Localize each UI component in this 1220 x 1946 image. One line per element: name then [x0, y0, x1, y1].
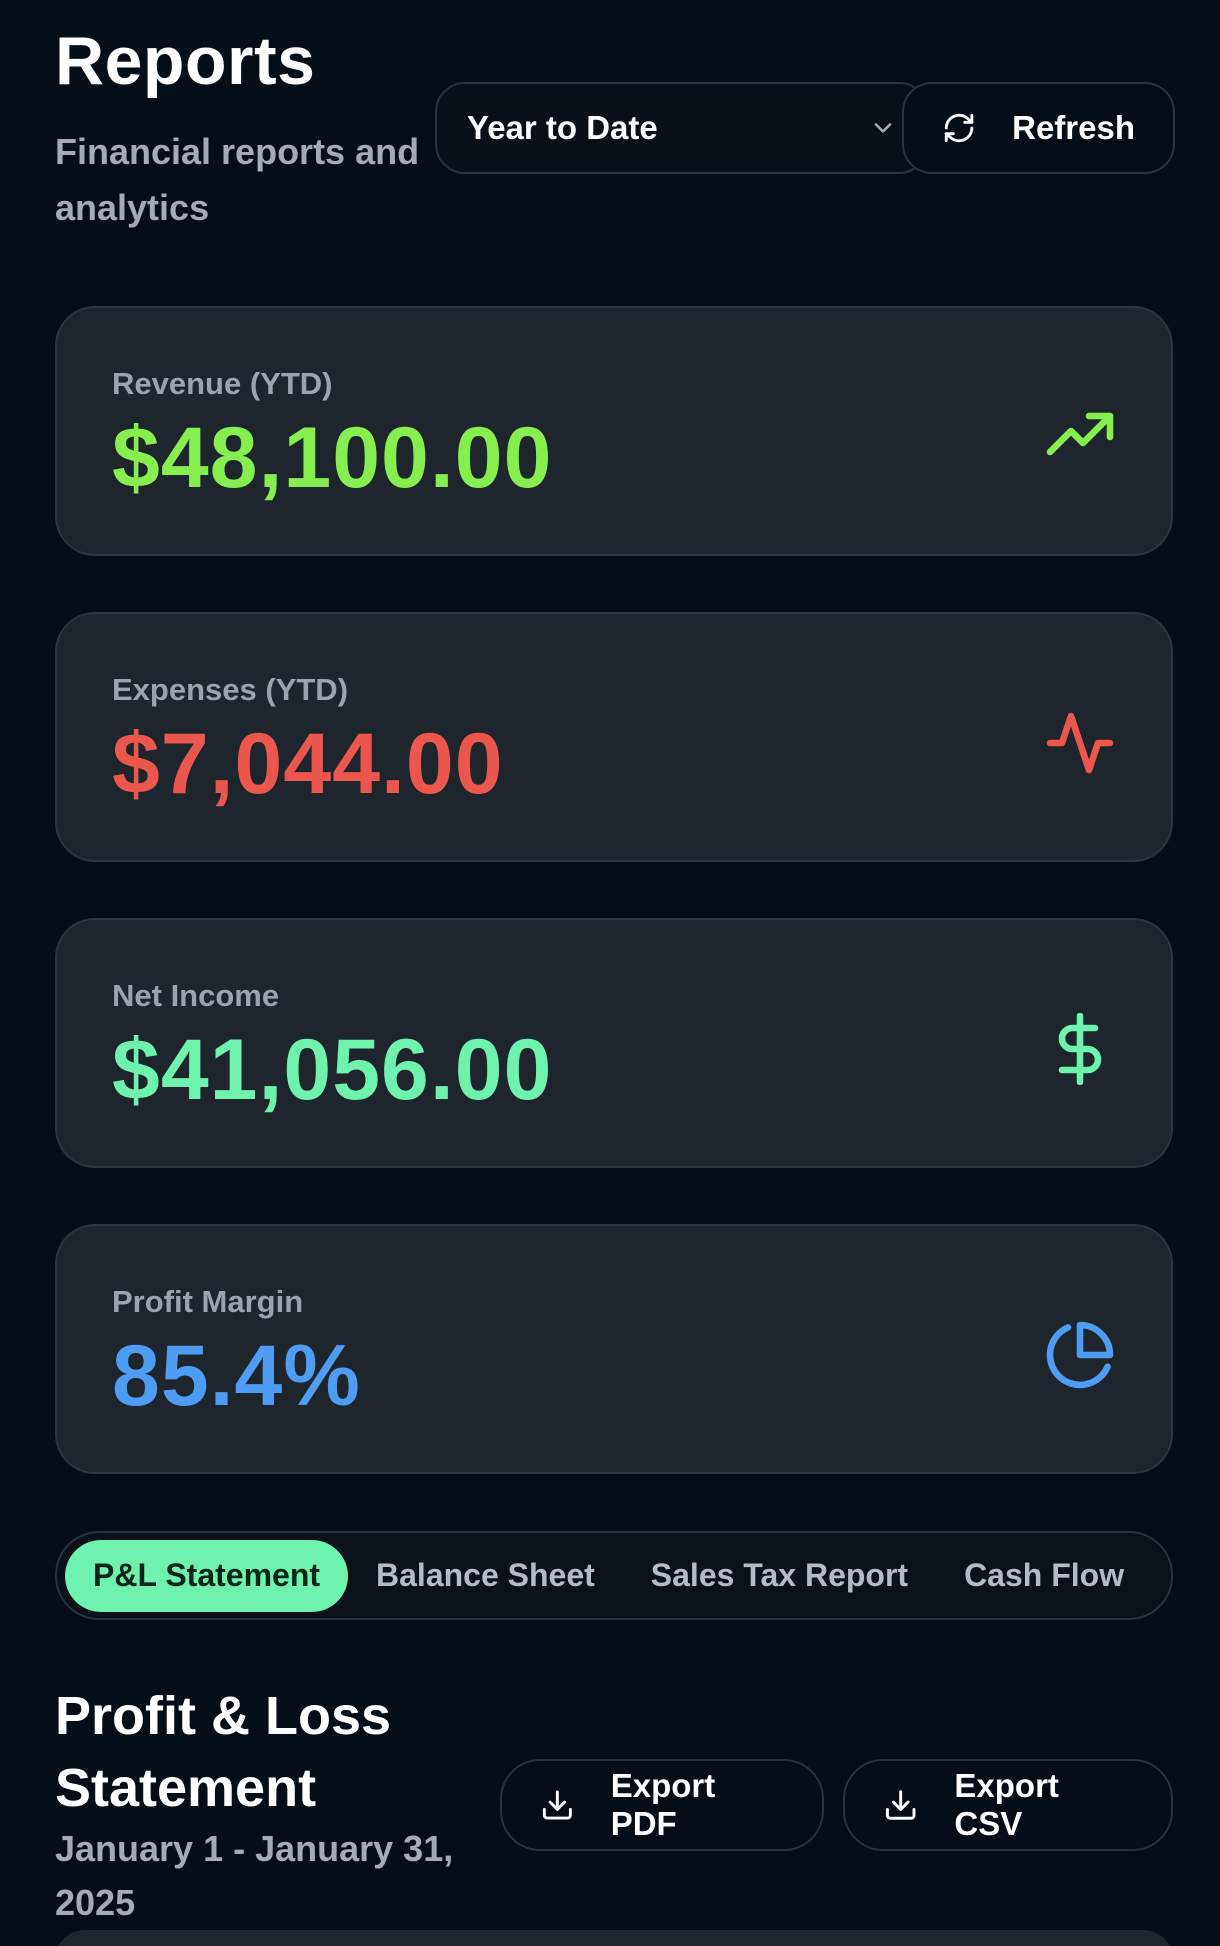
export-csv-label: Export CSV — [954, 1767, 1059, 1842]
tab-cash-flow[interactable]: Cash Flow — [936, 1540, 1152, 1612]
page-header: Reports Financial reports and analytics … — [55, 0, 1175, 300]
pie-chart-icon — [1046, 1321, 1114, 1389]
section-title: Profit & Loss Statement — [55, 1686, 392, 1818]
trending-up-icon — [1046, 412, 1114, 456]
tab-sales-tax-report[interactable]: Sales Tax Report — [623, 1540, 936, 1612]
stat-card-net-income: Net Income $41,056.00 — [55, 918, 1173, 1168]
page-title: Reports — [55, 23, 316, 99]
date-range-value: Year to Date — [467, 109, 658, 146]
activity-icon — [1046, 712, 1114, 774]
stat-value: $7,044.00 — [112, 716, 504, 812]
refresh-icon — [944, 113, 974, 143]
export-csv-button[interactable]: Export CSV — [843, 1759, 1173, 1851]
refresh-label: Refresh — [1012, 109, 1135, 146]
refresh-button[interactable]: Refresh — [902, 82, 1175, 174]
stat-label: Expenses (YTD) — [112, 672, 349, 707]
stat-card-revenue: Revenue (YTD) $48,100.00 — [55, 306, 1173, 556]
stat-value: $41,056.00 — [112, 1022, 553, 1118]
download-icon — [885, 1790, 916, 1820]
tab-pl-statement[interactable]: P&L Statement — [65, 1539, 349, 1612]
stat-card-profit-margin: Profit Margin 85.4% — [55, 1224, 1173, 1474]
stat-label: Net Income — [112, 978, 280, 1013]
dollar-icon — [1058, 1013, 1102, 1085]
stat-label: Revenue (YTD) — [112, 366, 333, 401]
chevron-down-icon — [874, 123, 892, 133]
export-pdf-label: Export PDF — [610, 1767, 716, 1842]
section-date-range: January 1 - January 31, 2025 — [55, 1828, 454, 1923]
report-tabs: P&L Statement Balance Sheet Sales Tax Re… — [55, 1531, 1173, 1620]
statement-card — [55, 1930, 1173, 1946]
export-pdf-button[interactable]: Export PDF — [500, 1759, 824, 1851]
stat-value: 85.4% — [112, 1328, 361, 1424]
reports-page: Reports Financial reports and analytics … — [0, 0, 1220, 1946]
page-subtitle: Financial reports and analytics — [55, 131, 420, 228]
tab-balance-sheet[interactable]: Balance Sheet — [348, 1540, 623, 1612]
stat-label: Profit Margin — [112, 1284, 304, 1319]
stat-card-expenses: Expenses (YTD) $7,044.00 — [55, 612, 1173, 862]
date-range-select[interactable]: Year to Date — [435, 82, 929, 174]
stat-value: $48,100.00 — [112, 410, 553, 506]
download-icon — [542, 1790, 572, 1820]
